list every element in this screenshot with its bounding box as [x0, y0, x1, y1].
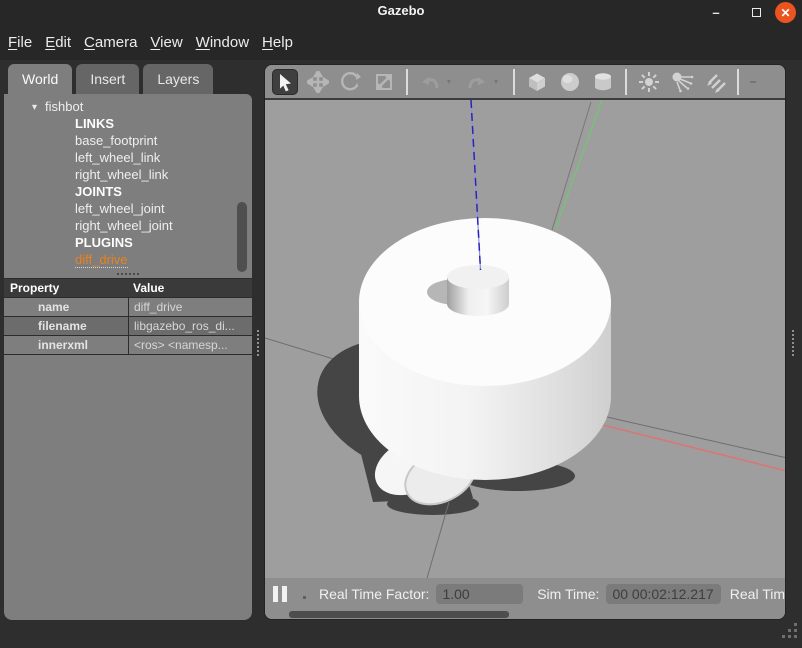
small-dash-icon	[749, 78, 757, 86]
spot-light-icon	[670, 71, 694, 93]
table-row[interactable]: filename libgazebo_ros_di...	[4, 317, 252, 336]
pause-button[interactable]	[273, 586, 287, 602]
window-title: Gazebo	[0, 3, 802, 18]
panel-viewport-splitter[interactable]	[256, 330, 260, 356]
undo-button[interactable]	[417, 69, 443, 95]
cylinder-icon	[591, 70, 615, 94]
chevron-down-icon[interactable]: ▾	[32, 99, 37, 116]
tree-table-splitter[interactable]	[4, 270, 252, 278]
table-row[interactable]: innerxml <ros> <namesp...	[4, 336, 252, 355]
table-row[interactable]: name diff_drive	[4, 298, 252, 317]
directional-light-button[interactable]	[702, 69, 728, 95]
tree-section-links[interactable]: LINKS	[4, 115, 252, 132]
tree-item-base-footprint[interactable]: base_footprint	[4, 132, 252, 149]
point-light-icon	[638, 71, 660, 93]
tree-section-joints[interactable]: JOINTS	[4, 183, 252, 200]
toolbar-separator	[737, 69, 739, 95]
tree-item-diff-drive[interactable]: diff_drive	[4, 251, 252, 268]
tree-item-right-wheel-joint[interactable]: right_wheel_joint	[4, 217, 252, 234]
menu-view[interactable]: View	[149, 32, 183, 53]
box-icon	[525, 70, 549, 94]
spot-light-button[interactable]	[669, 69, 695, 95]
insert-box-button[interactable]	[524, 69, 550, 95]
menu-edit[interactable]: Edit	[44, 32, 72, 53]
menu-window[interactable]: Window	[195, 32, 250, 53]
minimize-icon: –	[712, 5, 719, 20]
menubar: File Edit Camera View Window Help	[0, 24, 802, 60]
robot-lidar-top	[447, 265, 509, 289]
undo-icon	[418, 71, 442, 93]
select-arrow-icon	[275, 72, 295, 92]
menu-file[interactable]: File	[7, 32, 33, 53]
tree-item-right-wheel-link[interactable]: right_wheel_link	[4, 166, 252, 183]
scale-tool-button[interactable]	[371, 69, 397, 95]
col-property: Property	[4, 281, 128, 295]
insert-cylinder-button[interactable]	[590, 69, 616, 95]
translate-tool-button[interactable]	[305, 69, 331, 95]
viewport-right-splitter[interactable]	[791, 330, 795, 356]
resize-grip[interactable]	[782, 623, 798, 644]
rotate-icon	[340, 71, 362, 93]
render-viewport-panel: ▾ ▾	[264, 64, 786, 620]
pause-icon	[282, 586, 287, 602]
directional-light-icon	[703, 71, 727, 93]
rotate-tool-button[interactable]	[338, 69, 364, 95]
toolbar-separator	[625, 69, 627, 95]
property-table: Property Value name diff_drive filename …	[4, 278, 252, 355]
tab-insert[interactable]: Insert	[76, 64, 139, 94]
property-table-header: Property Value	[4, 279, 252, 298]
pause-icon	[273, 586, 278, 602]
redo-button[interactable]	[464, 69, 490, 95]
toolbar-separator	[406, 69, 408, 95]
hscrollbar-thumb[interactable]	[289, 611, 509, 618]
close-button[interactable]: ✕	[775, 2, 796, 23]
maximize-icon	[752, 8, 761, 17]
menu-camera[interactable]: Camera	[83, 32, 138, 53]
move-icon	[307, 71, 329, 93]
world-panel: ▾fishbot LINKS base_footprint left_wheel…	[4, 94, 252, 620]
scale-icon	[373, 71, 395, 93]
insert-sphere-button[interactable]	[557, 69, 583, 95]
resize-grip-icon	[782, 623, 798, 639]
col-value: Value	[128, 281, 252, 295]
select-tool-button[interactable]	[272, 69, 298, 95]
tree-section-plugins[interactable]: PLUGINS	[4, 234, 252, 251]
gazebo-window: Gazebo – ✕ File Edit Camera View Window …	[0, 0, 802, 648]
redo-history-dropdown[interactable]: ▾	[494, 77, 504, 86]
step-button[interactable]	[303, 596, 306, 599]
tab-world[interactable]: World	[8, 64, 72, 94]
rtf-label: Real Time Factor:	[319, 586, 429, 602]
menu-help[interactable]: Help	[261, 32, 294, 53]
redo-icon	[465, 71, 489, 93]
titlebar[interactable]: Gazebo – ✕	[0, 0, 802, 24]
model-tree: ▾fishbot LINKS base_footprint left_wheel…	[4, 94, 252, 268]
minimize-button[interactable]: –	[706, 2, 726, 22]
3d-scene-svg	[265, 100, 786, 578]
tree-scrollbar[interactable]	[237, 202, 247, 272]
undo-history-dropdown[interactable]: ▾	[447, 77, 457, 86]
tab-layers[interactable]: Layers	[143, 64, 213, 94]
maximize-button[interactable]	[746, 2, 766, 22]
tree-item-left-wheel-joint[interactable]: left_wheel_joint	[4, 200, 252, 217]
close-icon: ✕	[780, 6, 790, 20]
sim-statusbar: Real Time Factor: 1.00 Sim Time: 00 00:0…	[265, 578, 785, 609]
3d-viewport[interactable]	[265, 100, 785, 578]
statusbar-hscrollbar[interactable]	[265, 609, 785, 620]
sphere-icon	[558, 70, 582, 94]
toolbar-separator	[513, 69, 515, 95]
sim-time-value-field: 00 00:02:12.217	[606, 584, 720, 604]
screenshot-button[interactable]	[748, 69, 758, 95]
real-time-label: Real Tim	[730, 586, 785, 602]
tree-item-left-wheel-link[interactable]: left_wheel_link	[4, 149, 252, 166]
viewport-toolbar: ▾ ▾	[265, 65, 785, 100]
sidebar-tabs: World Insert Layers	[8, 64, 213, 94]
sim-time-label: Sim Time:	[537, 586, 599, 602]
point-light-button[interactable]	[636, 69, 662, 95]
rtf-value-field: 1.00	[436, 584, 523, 604]
tree-item-fishbot[interactable]: ▾fishbot	[4, 98, 252, 115]
